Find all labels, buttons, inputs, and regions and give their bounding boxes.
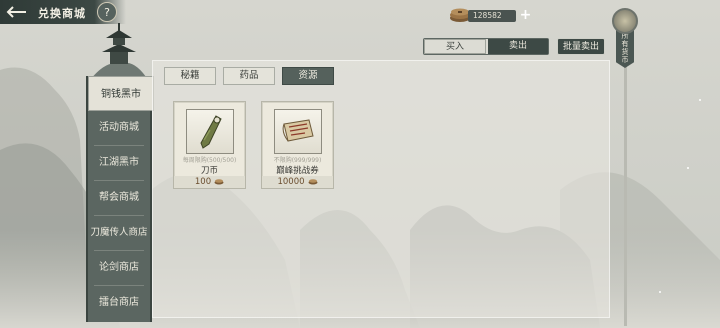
currency-amount: 128582 [468, 10, 516, 22]
currency-display: 128582 + [448, 8, 534, 24]
shop-panel [152, 60, 610, 318]
shop-item-card[interactable]: 不限购(999/999) 巅峰挑战券 10000 [261, 101, 334, 189]
bulk-sell-button[interactable]: 批量卖出 [557, 38, 605, 55]
sidebar-item-guild-shop[interactable]: 帮会商城 [88, 180, 150, 215]
all-currency-label: 所 有 货 币 [621, 32, 629, 64]
blade-coin-icon [200, 115, 222, 149]
tab-medicine[interactable]: 药品 [223, 67, 275, 85]
purchase-limit: 每周限购(500/500) [182, 157, 237, 164]
item-name: 巅峰挑战券 [276, 166, 319, 176]
page-title: 兑换商城 [38, 7, 86, 20]
copper-coins-icon [308, 179, 318, 185]
ornament-pole [624, 64, 627, 326]
item-icon-frame [186, 109, 234, 154]
item-price: 10000 [262, 176, 333, 188]
item-icon-frame [274, 109, 322, 154]
challenge-ticket-icon [282, 119, 314, 142]
price-value: 100 [194, 177, 212, 187]
add-currency-button[interactable]: + [518, 8, 533, 23]
medal-icon [612, 8, 638, 34]
tab-buy[interactable]: 买入 [424, 39, 486, 54]
tab-sell[interactable]: 卖出 [488, 39, 548, 54]
item-name: 刀币 [200, 166, 218, 176]
tab-resources[interactable]: 资源 [282, 67, 334, 85]
sidebar-item-blade-heir-shop[interactable]: 刀魔传人商店 [88, 215, 150, 250]
pagoda-icon [90, 23, 148, 80]
sidebar-item-copper-black-market[interactable]: 铜钱黑市 [88, 76, 154, 111]
tab-secret-manuals[interactable]: 秘籍 [164, 67, 216, 85]
price-value: 10000 [277, 177, 305, 187]
purchase-limit: 不限购(999/999) [273, 157, 322, 164]
sidebar-item-sword-shop[interactable]: 论剑商店 [88, 250, 150, 285]
sidebar-item-event-shop[interactable]: 活动商城 [88, 110, 150, 145]
copper-coins-icon [214, 179, 224, 185]
shop-item-card[interactable]: 每周限购(500/500) 刀币 100 [173, 101, 246, 189]
trade-toggle: 买入 卖出 [423, 38, 549, 55]
sidebar: 铜钱黑市 活动商城 江湖黑市 帮会商城 刀魔传人商店 论剑商店 擂台商店 [86, 76, 154, 322]
sidebar-item-arena-shop[interactable]: 擂台商店 [88, 285, 150, 320]
back-button[interactable] [4, 2, 28, 22]
sidebar-item-jianghu-black-market[interactable]: 江湖黑市 [88, 145, 150, 180]
currency-list-ornament[interactable]: 所 有 货 币 [606, 4, 646, 328]
help-button[interactable]: ? [97, 2, 117, 22]
item-price: 100 [174, 176, 245, 188]
back-arrow-icon [6, 6, 26, 18]
